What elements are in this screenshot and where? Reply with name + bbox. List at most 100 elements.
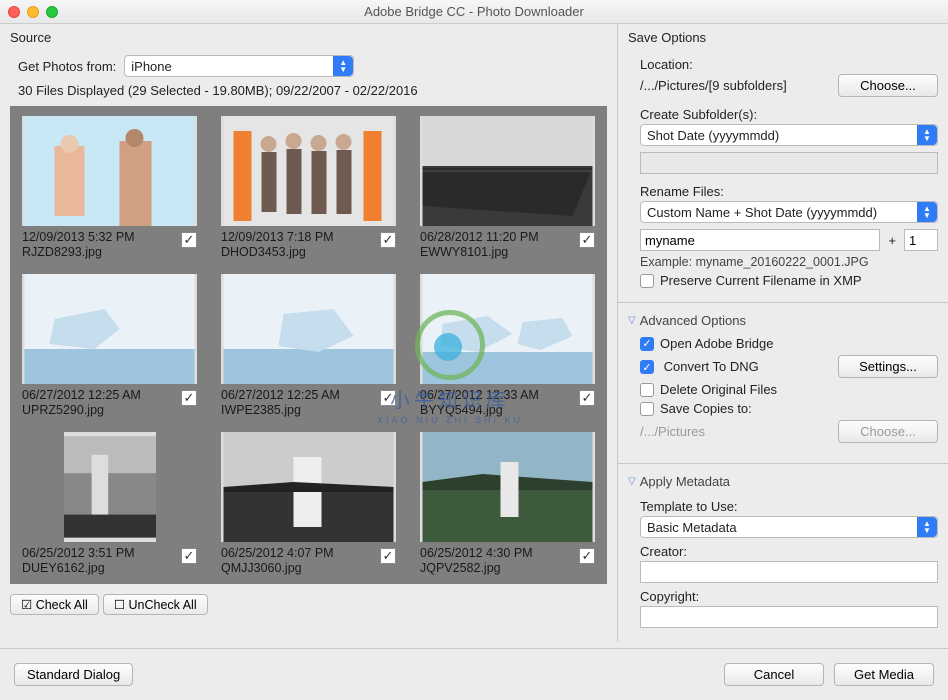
- dng-settings-button[interactable]: Settings...: [838, 355, 938, 378]
- copies-path: /.../Pictures: [640, 424, 705, 439]
- window-titlebar: Adobe Bridge CC - Photo Downloader: [0, 0, 948, 24]
- thumbnail-image[interactable]: [22, 274, 197, 384]
- thumbnail-date: 06/27/2012 12:25 AM: [221, 388, 340, 403]
- thumbnail-checkbox[interactable]: ✓: [380, 232, 396, 248]
- thumbnail-cell[interactable]: 06/28/2012 11:20 PM EWWY8101.jpg ✓: [420, 116, 595, 260]
- thumbnail-date: 06/27/2012 12:25 AM: [22, 388, 141, 403]
- apply-metadata-toggle[interactable]: ▽ Apply Metadata: [628, 474, 938, 489]
- save-copies-checkbox[interactable]: [640, 402, 654, 416]
- divider: [618, 302, 948, 303]
- thumbnail-image[interactable]: [22, 116, 197, 226]
- thumbnail-cell[interactable]: 06/25/2012 4:07 PM QMJJ3060.jpg ✓: [221, 432, 396, 576]
- thumbnail-image[interactable]: [420, 274, 595, 384]
- open-bridge-checkbox[interactable]: ✓: [640, 337, 654, 351]
- thumbnail-image[interactable]: [221, 432, 396, 542]
- thumbnail-cell[interactable]: 06/25/2012 3:51 PM DUEY6162.jpg ✓: [22, 432, 197, 576]
- cancel-button[interactable]: Cancel: [724, 663, 824, 686]
- rename-files-select[interactable]: Custom Name + Shot Date (yyyymmdd) ▲▼: [640, 201, 938, 223]
- template-select[interactable]: Basic Metadata ▲▼: [640, 516, 938, 538]
- save-options-header: Save Options: [628, 30, 938, 45]
- triangle-down-icon: ▽: [628, 476, 636, 487]
- standard-dialog-button[interactable]: Standard Dialog: [14, 663, 133, 686]
- device-select[interactable]: iPhone ▲▼: [124, 55, 354, 77]
- check-all-button[interactable]: ☑ Check All: [10, 594, 99, 615]
- thumbnail-date: 12/09/2013 7:18 PM: [221, 230, 334, 245]
- copyright-input[interactable]: [640, 606, 938, 628]
- thumbnail-image[interactable]: [420, 432, 595, 542]
- thumbnail-checkbox[interactable]: ✓: [380, 390, 396, 406]
- convert-dng-label: Convert To DNG: [664, 359, 759, 374]
- check-icon: ☑: [21, 598, 32, 612]
- custom-name-input[interactable]: [640, 229, 880, 251]
- preserve-filename-label: Preserve Current Filename in XMP: [660, 273, 862, 288]
- plus-label: +: [888, 233, 896, 248]
- thumbnail-date: 06/25/2012 4:07 PM: [221, 546, 334, 561]
- create-subfolder-select[interactable]: Shot Date (yyyymmdd) ▲▼: [640, 124, 938, 146]
- thumbnail-cell[interactable]: 06/25/2012 4:30 PM JQPV2582.jpg ✓: [420, 432, 595, 576]
- files-status-line: 30 Files Displayed (29 Selected - 19.80M…: [0, 83, 617, 106]
- advanced-options-toggle[interactable]: ▽ Advanced Options: [628, 313, 938, 328]
- updown-arrows-icon: ▲▼: [917, 202, 937, 222]
- thumbnail-cell[interactable]: 06/27/2012 12:25 AM IWPE2385.jpg ✓: [221, 274, 396, 418]
- thumbnail-date: 06/28/2012 11:20 PM: [420, 230, 539, 245]
- updown-arrows-icon: ▲▼: [917, 517, 937, 537]
- thumbnail-filename: DUEY6162.jpg: [22, 561, 135, 576]
- convert-dng-checkbox[interactable]: ✓: [640, 360, 654, 374]
- dialog-footer: Standard Dialog Cancel Get Media: [0, 648, 948, 700]
- location-choose-button[interactable]: Choose...: [838, 74, 938, 97]
- thumbnail-cell[interactable]: 06/27/2012 12:33 AM BYYQ5494.jpg ✓: [420, 274, 595, 418]
- thumbnail-checkbox[interactable]: ✓: [181, 232, 197, 248]
- thumbnail-checkbox[interactable]: ✓: [579, 232, 595, 248]
- divider: [618, 463, 948, 464]
- get-photos-label: Get Photos from:: [18, 59, 116, 74]
- thumbnail-image[interactable]: [64, 432, 156, 542]
- thumbnail-date: 06/27/2012 12:33 AM: [420, 388, 539, 403]
- thumbnail-cell[interactable]: 06/27/2012 12:25 AM UPRZ5290.jpg ✓: [22, 274, 197, 418]
- thumbnail-checkbox[interactable]: ✓: [579, 390, 595, 406]
- source-header: Source: [0, 24, 617, 45]
- location-path: /.../Pictures/[9 subfolders]: [640, 78, 787, 93]
- thumbnail-checkbox[interactable]: ✓: [181, 390, 197, 406]
- thumbnail-checkbox[interactable]: ✓: [380, 548, 396, 564]
- template-label: Template to Use:: [640, 499, 938, 514]
- thumbnail-checkbox[interactable]: ✓: [181, 548, 197, 564]
- rename-files-label: Rename Files:: [640, 184, 938, 199]
- sequence-input[interactable]: [904, 229, 938, 251]
- thumbnail-date: 12/09/2013 5:32 PM: [22, 230, 135, 245]
- subfolder-custom-input[interactable]: [640, 152, 938, 174]
- thumbnail-cell[interactable]: 12/09/2013 7:18 PM DHOD3453.jpg ✓: [221, 116, 396, 260]
- thumbnail-image[interactable]: [420, 116, 595, 226]
- creator-input[interactable]: [640, 561, 938, 583]
- creator-label: Creator:: [640, 544, 938, 559]
- window-title: Adobe Bridge CC - Photo Downloader: [8, 4, 940, 19]
- thumbnail-checkbox[interactable]: ✓: [579, 548, 595, 564]
- thumbnail-filename: BYYQ5494.jpg: [420, 403, 539, 418]
- delete-originals-checkbox[interactable]: [640, 383, 654, 397]
- updown-arrows-icon: ▲▼: [917, 125, 937, 145]
- rename-example: Example: myname_20160222_0001.JPG: [640, 255, 938, 269]
- uncheck-all-button[interactable]: ☐ UnCheck All: [103, 594, 208, 615]
- uncheck-icon: ☐: [114, 598, 125, 612]
- thumbnail-date: 06/25/2012 4:30 PM: [420, 546, 533, 561]
- open-bridge-label: Open Adobe Bridge: [660, 336, 773, 351]
- get-media-button[interactable]: Get Media: [834, 663, 934, 686]
- thumbnail-image[interactable]: [221, 274, 396, 384]
- device-select-value: iPhone: [131, 59, 171, 74]
- copyright-label: Copyright:: [640, 589, 938, 604]
- thumbnail-filename: RJZD8293.jpg: [22, 245, 135, 260]
- thumbnail-scroll-area[interactable]: 12/09/2013 5:32 PM RJZD8293.jpg ✓ 12/09/…: [10, 106, 607, 584]
- location-label: Location:: [640, 57, 938, 72]
- delete-originals-label: Delete Original Files: [660, 382, 777, 397]
- thumbnail-filename: JQPV2582.jpg: [420, 561, 533, 576]
- thumbnail-image[interactable]: [221, 116, 396, 226]
- thumbnail-date: 06/25/2012 3:51 PM: [22, 546, 135, 561]
- thumbnail-cell[interactable]: 12/09/2013 5:32 PM RJZD8293.jpg ✓: [22, 116, 197, 260]
- thumbnail-filename: UPRZ5290.jpg: [22, 403, 141, 418]
- create-subfolder-label: Create Subfolder(s):: [640, 107, 938, 122]
- preserve-filename-checkbox[interactable]: [640, 274, 654, 288]
- save-copies-label: Save Copies to:: [660, 401, 752, 416]
- thumbnail-filename: QMJJ3060.jpg: [221, 561, 334, 576]
- copies-choose-button: Choose...: [838, 420, 938, 443]
- thumbnail-filename: IWPE2385.jpg: [221, 403, 340, 418]
- triangle-down-icon: ▽: [628, 315, 636, 326]
